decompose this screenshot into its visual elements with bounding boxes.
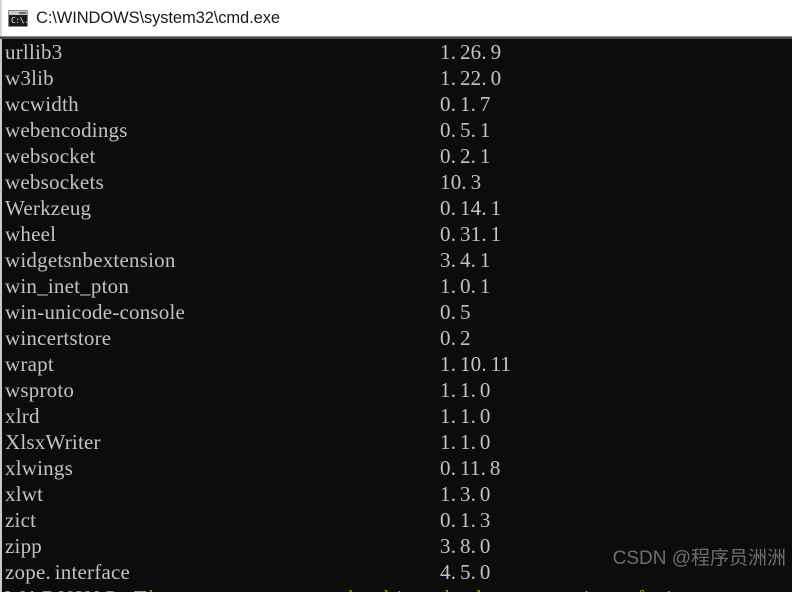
package-version: 1.1.0 (440, 404, 491, 428)
package-version: 1.1.0 (440, 430, 491, 454)
cmd-window: C:\. C:\WINDOWS\system32\cmd.exe urllib3… (0, 0, 792, 592)
cmd-icon-titlebar (9, 11, 27, 15)
package-version: 1.26.9 (440, 40, 502, 64)
package-version: 0.14.1 (440, 196, 502, 220)
package-version: 0.31.1 (440, 222, 502, 246)
package-name: wheel (5, 222, 57, 246)
package-version: 0.2.1 (440, 144, 491, 168)
package-name: wsproto (5, 378, 75, 402)
package-version: 3.8.0 (440, 534, 491, 558)
package-name: w3lib (5, 66, 54, 90)
table-row: zict 0.1.3 (0, 507, 792, 533)
table-row: xlwt 1.3.0 (0, 481, 792, 507)
table-row: webencodings 0.5.1 (0, 117, 792, 143)
package-name: zope.interface (5, 560, 131, 584)
package-name: urllib3 (5, 40, 63, 64)
table-row: wcwidth 0.1.7 (0, 91, 792, 117)
package-name: widgetsnbextension (5, 248, 176, 272)
table-row: XlsxWriter 1.1.0 (0, 429, 792, 455)
package-version: 1.3.0 (440, 482, 491, 506)
package-name: Werkzeug (5, 196, 92, 220)
package-version: 0.11.8 (440, 456, 501, 480)
package-name: xlwings (5, 456, 73, 480)
table-row: wrapt 1.10.11 (0, 351, 792, 377)
package-version: 1.10.11 (440, 352, 512, 376)
package-name: wincertstore (5, 326, 112, 350)
package-version: 0.1.7 (440, 92, 491, 116)
package-name: XlsxWriter (5, 430, 101, 454)
window-titlebar[interactable]: C:\. C:\WINDOWS\system32\cmd.exe (0, 0, 792, 37)
cmd-console-icon: C:\. (8, 10, 28, 27)
cmd-icon-prompt-text: C:\. (11, 16, 28, 25)
table-row: win_inet_pton 1.0.1 (0, 273, 792, 299)
package-version: 1.0.1 (440, 274, 491, 298)
table-row: win-unicode-console 0.5 (0, 299, 792, 325)
pip-warning-message: WARNING: There was an error checking the… (5, 585, 694, 592)
table-row: wincertstore 0.2 (0, 325, 792, 351)
package-version: 1.22.0 (440, 66, 502, 90)
package-name: zict (5, 508, 37, 532)
table-row: widgetsnbextension 3.4.1 (0, 247, 792, 273)
package-version: 0.1.3 (440, 508, 491, 532)
package-name: zipp (5, 534, 42, 558)
package-name: wcwidth (5, 92, 79, 116)
table-row: zope.interface 4.5.0 (0, 559, 792, 585)
package-name: xlwt (5, 482, 44, 506)
table-row: zipp 3.8.0 (0, 533, 792, 559)
pip-list-output: urllib3 1.26.9 w3lib 1.22.0 wcwidth 0.1.7 webe… (0, 39, 792, 585)
table-row: websocket 0.2.1 (0, 143, 792, 169)
table-row: WARNING: There was an error checking the… (0, 585, 792, 592)
package-name: webencodings (5, 118, 128, 142)
package-name: xlrd (5, 404, 40, 428)
package-name: wrapt (5, 352, 54, 376)
table-row: w3lib 1.22.0 (0, 65, 792, 91)
package-version: 1.1.0 (440, 378, 491, 402)
console-output-area[interactable]: urllib3 1.26.9 w3lib 1.22.0 wcwidth 0.1.7 webe… (0, 39, 792, 592)
package-name: websocket (5, 144, 96, 168)
table-row: xlwings 0.11.8 (0, 455, 792, 481)
package-version: 0.2 (440, 326, 471, 350)
table-row: wheel 0.31.1 (0, 221, 792, 247)
package-version: 3.4.1 (440, 248, 491, 272)
package-version: 0.5 (440, 300, 471, 324)
console-left-border (0, 39, 2, 592)
package-name: win_inet_pton (5, 274, 130, 298)
package-name: websockets (5, 170, 104, 194)
package-version: 10.3 (440, 170, 482, 194)
table-row: urllib3 1.26.9 (0, 39, 792, 65)
package-version: 4.5.0 (440, 560, 491, 584)
table-row: wsproto 1.1.0 (0, 377, 792, 403)
window-title: C:\WINDOWS\system32\cmd.exe (36, 9, 280, 27)
package-version: 0.5.1 (440, 118, 491, 142)
package-name: win-unicode-console (5, 300, 186, 324)
table-row: websockets 10.3 (0, 169, 792, 195)
window-left-border (0, 0, 2, 37)
table-row: xlrd 1.1.0 (0, 403, 792, 429)
table-row: Werkzeug 0.14.1 (0, 195, 792, 221)
